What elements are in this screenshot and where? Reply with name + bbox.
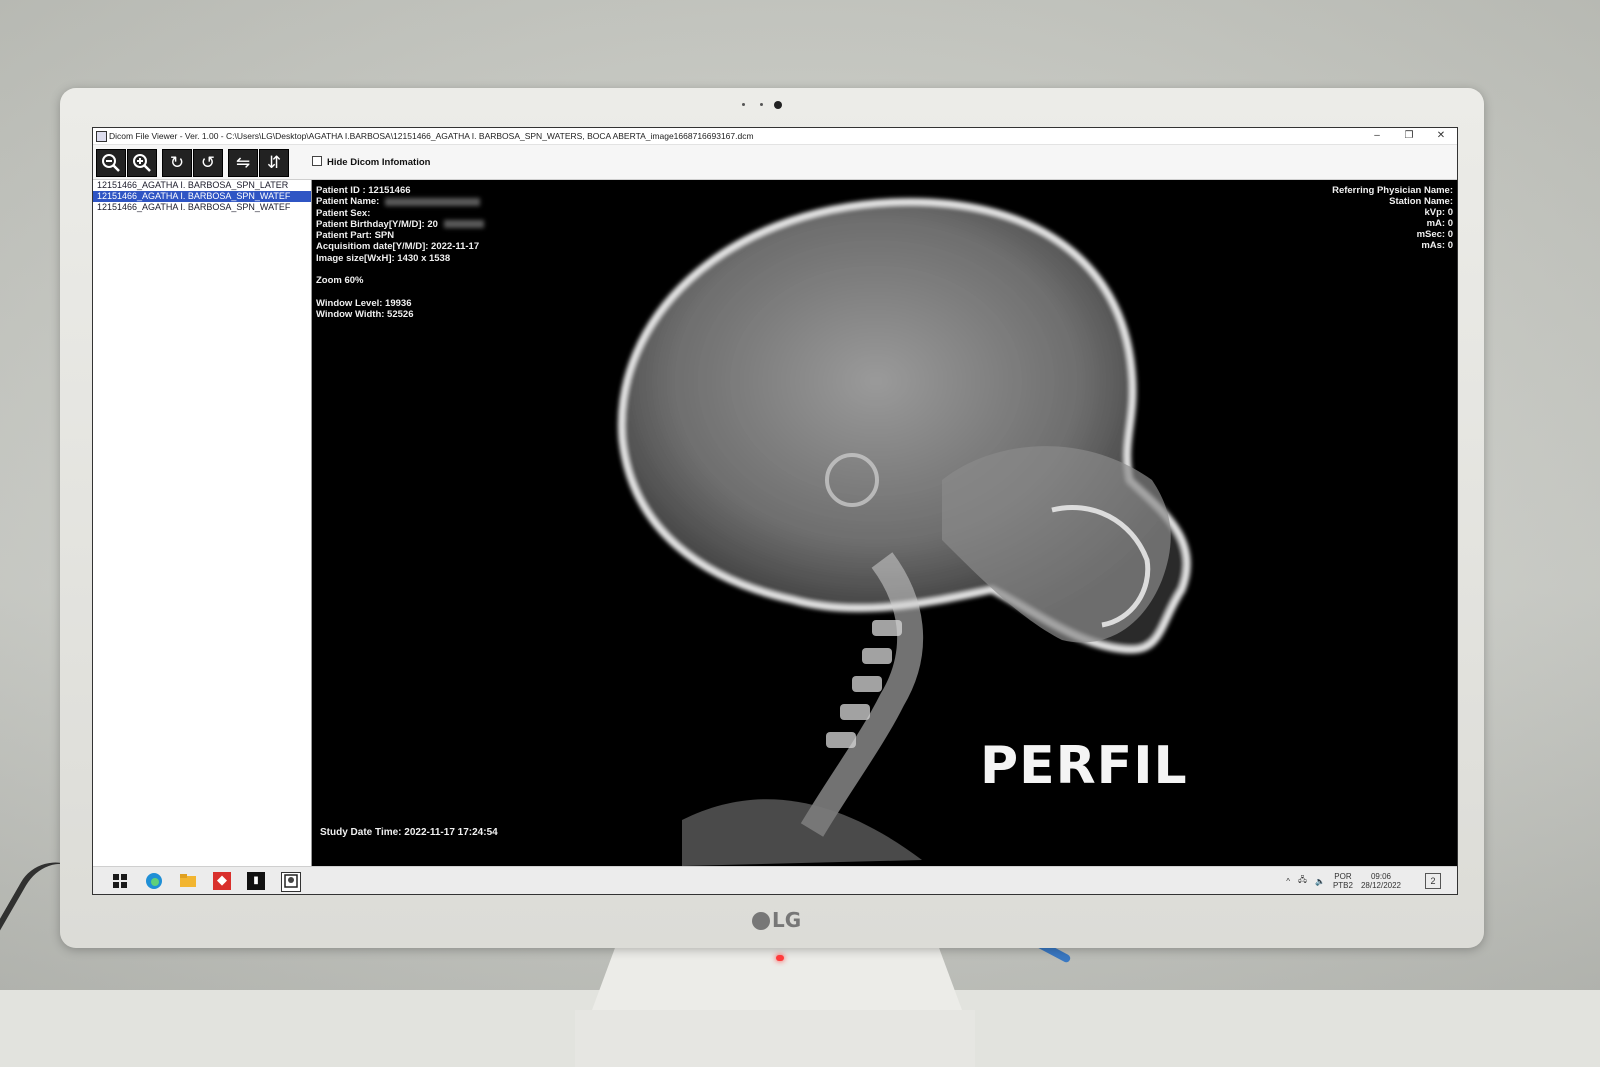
monitor-screen: Dicom File Viewer - Ver. 1.00 - C:\Users… <box>92 127 1458 895</box>
acquisition-date: Acquisitiom date[Y/M/D]: 2022-11-17 <box>316 241 480 253</box>
patient-birthday: Patient Birthday[Y/M/D]: 20 <box>316 218 438 230</box>
station-name: Station Name: <box>1389 196 1453 208</box>
redacted-name <box>385 197 481 206</box>
webcam-sensor <box>760 103 763 106</box>
window-title: Dicom File Viewer - Ver. 1.00 - C:\Users… <box>109 131 754 141</box>
zoom-level: Zoom 60% <box>316 275 364 287</box>
redacted-birthday <box>443 220 484 229</box>
dicom-info-left: Patient ID : 12151466 Patient Name: Pati… <box>316 185 484 321</box>
patient-id: Patient ID : 12151466 <box>316 185 411 196</box>
toolbar: ↻ ↺ ⇋ ⇵ Hide Dicom Infomation <box>93 145 1457 180</box>
ma-value: mA: 0 <box>1426 218 1453 230</box>
mas-value: mAs: 0 <box>1421 240 1453 252</box>
image-viewer[interactable]: Patient ID : 12151466 Patient Name: Pati… <box>312 180 1457 866</box>
rotate-clockwise-button[interactable]: ↻ <box>162 149 192 177</box>
window-controls: – ❐ ✕ <box>1361 128 1457 144</box>
restore-button[interactable]: ❐ <box>1393 128 1425 144</box>
patient-part: Patient Part: SPN <box>316 230 395 242</box>
list-item[interactable]: 12151466_AGATHA I. BARBOSA_SPN_WATEF <box>93 202 311 213</box>
clock[interactable]: 09:06 28/12/2022 <box>1361 872 1401 890</box>
hide-dicom-checkbox[interactable]: Hide Dicom Infomation <box>312 156 430 168</box>
patient-sex: Patient Sex: <box>316 207 371 219</box>
image-annotation-label: PERFIL <box>980 736 1188 796</box>
dicom-info-right: Referring Physician Name: Station Name: … <box>1332 185 1453 252</box>
patient-birthday-row: Patient Birthday[Y/M/D]: 20 <box>316 219 484 230</box>
rotate-counterclockwise-button[interactable]: ↺ <box>193 149 223 177</box>
zoom-out-button[interactable] <box>96 149 126 177</box>
patient-name: Patient Name: <box>316 196 380 208</box>
webcam-icon <box>774 101 782 109</box>
lg-logo-icon <box>752 912 770 930</box>
tray-arrow-icon[interactable]: ^ <box>1286 877 1290 886</box>
flip-horizontal-icon: ⇋ <box>235 153 251 173</box>
close-button[interactable]: ✕ <box>1425 128 1457 144</box>
list-item[interactable]: 12151466_AGATHA I. BARBOSA_SPN_LATER <box>93 180 311 191</box>
zoom-out-icon <box>102 154 120 172</box>
windows-taskbar: ◆ ▮ ^ 🖧 🔈 POR PTB2 09:06 28/12/2022 2 <box>93 866 1457 894</box>
image-size: Image size[WxH]: 1430 x 1538 <box>316 252 451 264</box>
rotate-cw-icon: ↻ <box>169 153 185 173</box>
windows-start-icon[interactable] <box>111 872 129 890</box>
network-icon[interactable]: 🖧 <box>1298 874 1307 888</box>
notification-center-icon[interactable]: 2 <box>1425 873 1441 889</box>
app-black-icon[interactable]: ▮ <box>247 872 265 890</box>
rotate-ccw-icon: ↺ <box>200 153 216 173</box>
monitor-brand-logo: LG <box>752 908 801 932</box>
study-date-time: Study Date Time: 2022-11-17 17:24:54 <box>320 827 498 838</box>
zoom-in-icon <box>133 154 151 172</box>
list-item-selected[interactable]: 12151466_AGATHA I. BARBOSA_SPN_WATEF <box>93 191 311 202</box>
system-tray: ^ 🖧 🔈 POR PTB2 09:06 28/12/2022 <box>1286 872 1401 890</box>
edge-browser-icon[interactable] <box>145 872 163 890</box>
window-titlebar[interactable]: Dicom File Viewer - Ver. 1.00 - C:\Users… <box>93 128 1457 145</box>
webcam-sensor <box>742 103 745 106</box>
power-led-icon <box>776 955 784 961</box>
anydesk-icon[interactable]: ◆ <box>213 872 231 890</box>
monitor-stand-base <box>575 1010 975 1067</box>
window-level: Window Level: 19936 <box>316 297 412 309</box>
flip-horizontal-button[interactable]: ⇋ <box>228 149 258 177</box>
hide-dicom-label: Hide Dicom Infomation <box>327 157 431 168</box>
app-icon <box>96 131 107 142</box>
volume-icon[interactable]: 🔈 <box>1315 877 1325 886</box>
language-indicator[interactable]: POR PTB2 <box>1333 872 1353 890</box>
dicom-viewer-taskbar-icon[interactable] <box>281 872 301 892</box>
patient-name-row: Patient Name: <box>316 196 484 207</box>
kvp-value: kVp: 0 <box>1424 207 1453 219</box>
window-width: Window Width: 52526 <box>316 309 414 321</box>
referring-physician: Referring Physician Name: <box>1332 185 1453 196</box>
clock-date: 28/12/2022 <box>1360 881 1401 890</box>
file-explorer-icon[interactable] <box>179 872 197 890</box>
msec-value: mSec: 0 <box>1416 229 1453 241</box>
minimize-button[interactable]: – <box>1361 128 1393 144</box>
clock-time: 09:06 <box>1370 872 1391 881</box>
zoom-in-button[interactable] <box>127 149 157 177</box>
file-list: 12151466_AGATHA I. BARBOSA_SPN_LATER 121… <box>93 180 312 866</box>
checkbox-box[interactable] <box>312 156 322 166</box>
flip-vertical-button[interactable]: ⇵ <box>259 149 289 177</box>
flip-vertical-icon: ⇵ <box>266 153 282 173</box>
